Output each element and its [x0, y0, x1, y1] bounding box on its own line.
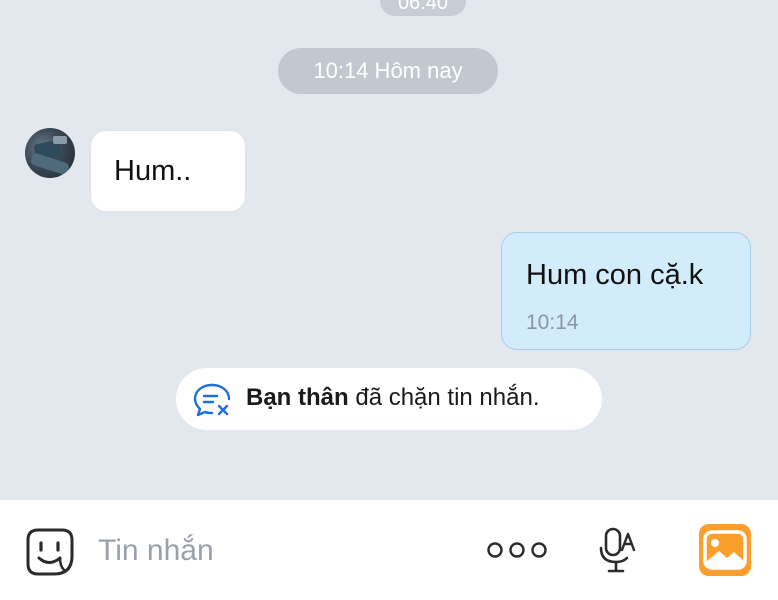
gallery-image-icon[interactable] — [699, 524, 751, 576]
outgoing-message-bubble[interactable]: Hum con cặ.k 10:14 — [501, 232, 751, 350]
message-input[interactable]: Tin nhắn — [98, 534, 214, 568]
time-divider-previous: 06:40 — [380, 0, 466, 16]
sticker-face-icon[interactable] — [24, 526, 76, 578]
avatar[interactable] — [25, 128, 75, 178]
incoming-message-bubble[interactable]: Hum.. — [90, 130, 246, 212]
block-notice-message: đã chặn tin nhắn. — [348, 384, 540, 411]
date-divider: 10:14 Hôm nay — [278, 48, 498, 94]
voice-to-text-icon[interactable] — [598, 526, 638, 576]
contact-name: Bạn thân — [246, 384, 349, 411]
block-notice-text: Bạn thân đã chặn tin nhắn. — [246, 384, 540, 412]
more-dots-icon[interactable] — [486, 538, 548, 562]
blocked-chat-icon — [193, 383, 231, 417]
outgoing-message-text: Hum con cặ.k — [526, 259, 704, 291]
incoming-message-text: Hum.. — [114, 155, 192, 187]
block-notice: Bạn thân đã chặn tin nhắn. — [176, 368, 602, 430]
message-timestamp: 10:14 — [526, 311, 579, 334]
